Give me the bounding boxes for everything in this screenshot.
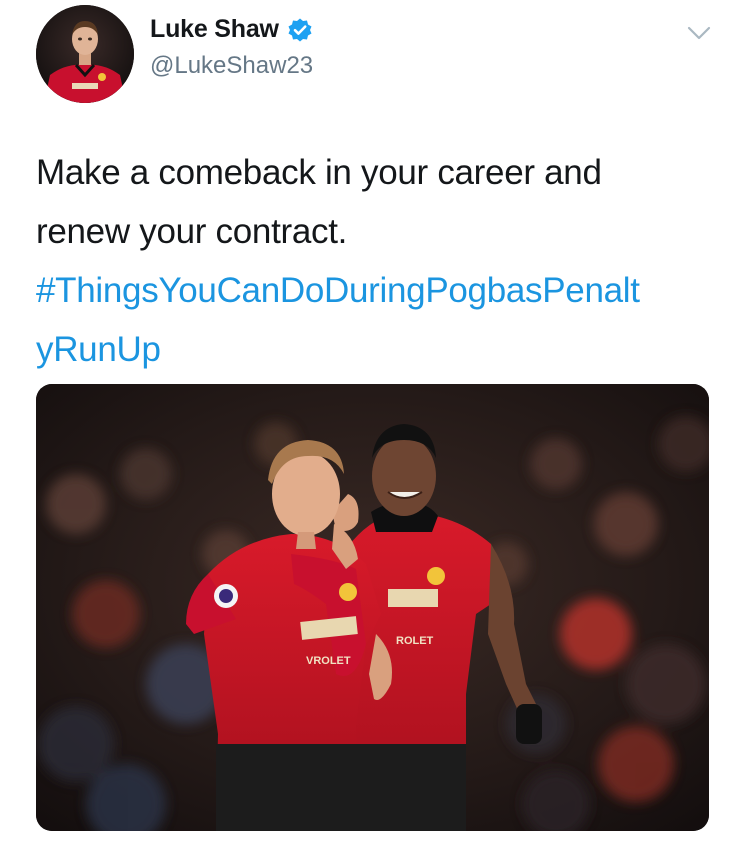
chevron-down-icon[interactable] <box>686 24 712 42</box>
photo-two-players-celebrating: ROLET VROLET <box>36 384 709 831</box>
tweet-card: Luke Shaw @LukeShaw23 Make a comeback in… <box>0 0 745 853</box>
display-name[interactable]: Luke Shaw <box>150 15 279 44</box>
tweet-media-photo[interactable]: ROLET VROLET <box>36 384 709 831</box>
author-handle[interactable]: @LukeShaw23 <box>150 52 313 80</box>
verified-badge-icon <box>287 17 313 43</box>
avatar[interactable] <box>36 5 134 103</box>
kit-sponsor-text: VROLET <box>306 655 351 667</box>
hashtag-link[interactable]: #ThingsYouCanDoDuringPogbasPenalt <box>36 261 726 320</box>
kit-sponsor-text: ROLET <box>396 635 434 647</box>
tweet-text: Make a comeback in your career and renew… <box>36 143 726 379</box>
tweet-text-line: Make a comeback in your career and <box>36 153 602 192</box>
author-row: Luke Shaw <box>150 15 313 44</box>
avatar-image <box>36 5 134 103</box>
tweet-text-line: renew your contract. <box>36 212 348 251</box>
hashtag-link[interactable]: yRunUp <box>36 320 726 379</box>
